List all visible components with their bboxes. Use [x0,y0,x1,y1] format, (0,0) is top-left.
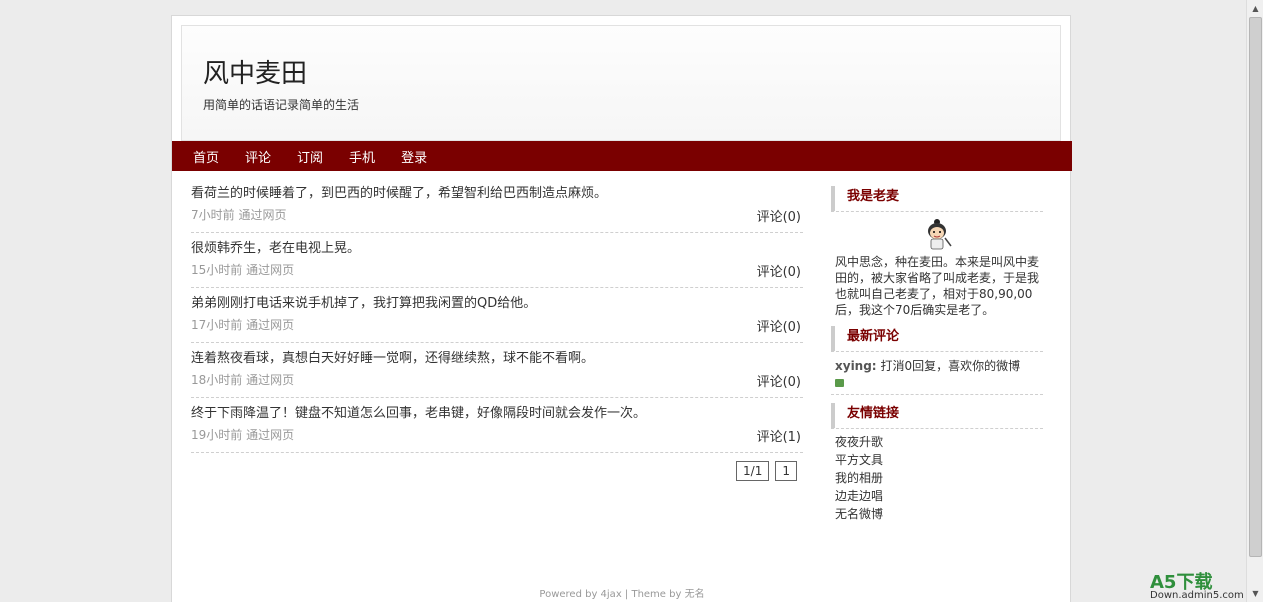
post-comment-link[interactable]: 评论(1) [757,426,801,445]
footer: Powered by 4jax | Theme by 无名 [539,589,705,600]
post-comment-link[interactable]: 评论(0) [757,206,801,225]
friend-link[interactable]: 边走边唱 [835,487,1039,505]
sidebar: 我是老麦 风中思念，种在麦田。本来是叫风中麦田的，被大家省略了叫成老麦，于是我也… [831,186,1043,527]
nav-item-comments[interactable]: 评论 [245,147,271,166]
post-meta: 17小时前 通过网页 [191,318,295,332]
post-meta: 19小时前 通过网页 [191,428,295,442]
avatar-icon [928,219,952,250]
scroll-thumb[interactable] [1249,17,1262,557]
post-item: 看荷兰的时候睡着了，到巴西的时候醒了，希望智利给巴西制造点麻烦。 7小时前 通过… [191,178,803,233]
post-meta: 7小时前 通过网页 [191,208,287,222]
comment-text[interactable]: 打消0回复，喜欢你的微博 [880,359,1020,373]
friend-link[interactable]: 我的相册 [835,469,1039,487]
post-text: 弟弟刚刚打电话来说手机掉了，我打算把我闲置的QD给他。 [191,296,537,311]
post-comment-link[interactable]: 评论(0) [757,261,801,280]
nav-item-mobile[interactable]: 手机 [349,147,375,166]
post-text: 终于下雨降温了！键盘不知道怎么回事，老串键，好像隔段时间就会发作一次。 [191,406,647,421]
post-meta: 15小时前 通过网页 [191,263,295,277]
post-meta: 18小时前 通过网页 [191,373,295,387]
watermark-logo: A5下载 Down.admin5.com [1150,568,1260,601]
nav-item-subscribe[interactable]: 订阅 [297,147,323,166]
post-text: 看荷兰的时候睡着了，到巴西的时候醒了，希望智利给巴西制造点麻烦。 [191,186,608,201]
site-subtitle: 用简单的话语记录简单的生活 [203,98,360,112]
links-widget-title: 友情链接 [831,403,1043,429]
post-item: 终于下雨降温了！键盘不知道怎么回事，老串键，好像隔段时间就会发作一次。 19小时… [191,398,803,453]
friend-link[interactable]: 平方文具 [835,451,1039,469]
pagination: 1/1 1 [736,461,797,481]
page-container: 风中麦田 用简单的话语记录简单的生活 首页 评论 订阅 手机 登录 看荷兰的时候… [171,15,1072,602]
post-comment-link[interactable]: 评论(0) [757,371,801,390]
post-comment-link[interactable]: 评论(0) [757,316,801,335]
recent-comment: xying: 打消0回复，喜欢你的微博 [831,352,1043,395]
post-list: 看荷兰的时候睡着了，到巴西的时候醒了，希望智利给巴西制造点麻烦。 7小时前 通过… [191,178,803,481]
about-text: 风中思念，种在麦田。本来是叫风中麦田的，被大家省略了叫成老麦，于是我也就叫自己老… [835,255,1040,317]
nav-item-login[interactable]: 登录 [401,147,427,166]
post-text: 很烦韩乔生，老在电视上晃。 [191,241,361,256]
friend-links: 夜夜升歌 平方文具 我的相册 边走边唱 无名微博 [831,429,1043,527]
about-widget-title: 我是老麦 [831,186,1043,212]
post-item: 弟弟刚刚打电话来说手机掉了，我打算把我闲置的QD给他。 17小时前 通过网页 评… [191,288,803,343]
avatar [919,216,955,252]
pagination-summary: 1/1 [736,461,770,481]
vertical-scrollbar[interactable]: ▲ ▼ [1246,0,1263,602]
post-item: 很烦韩乔生，老在电视上晃。 15小时前 通过网页 评论(0) [191,233,803,288]
comment-user[interactable]: xying: [835,359,877,373]
comments-widget-title: 最新评论 [831,326,1043,352]
post-text: 连着熬夜看球，真想白天好好睡一觉啊，还得继续熬，球不能不看啊。 [191,351,595,366]
nav-bar: 首页 评论 订阅 手机 登录 [172,141,1072,171]
site-title[interactable]: 风中麦田 [203,53,307,90]
header: 风中麦田 用简单的话语记录简单的生活 [181,25,1061,141]
scroll-up-icon[interactable]: ▲ [1249,2,1262,15]
comment-bubble-icon [835,378,844,387]
friend-link[interactable]: 无名微博 [835,505,1039,523]
friend-link[interactable]: 夜夜升歌 [835,433,1039,451]
pagination-page-1[interactable]: 1 [775,461,797,481]
watermark-url: Down.admin5.com [1150,590,1244,601]
post-item: 连着熬夜看球，真想白天好好睡一觉啊，还得继续熬，球不能不看啊。 18小时前 通过… [191,343,803,398]
nav-item-home[interactable]: 首页 [193,147,219,166]
